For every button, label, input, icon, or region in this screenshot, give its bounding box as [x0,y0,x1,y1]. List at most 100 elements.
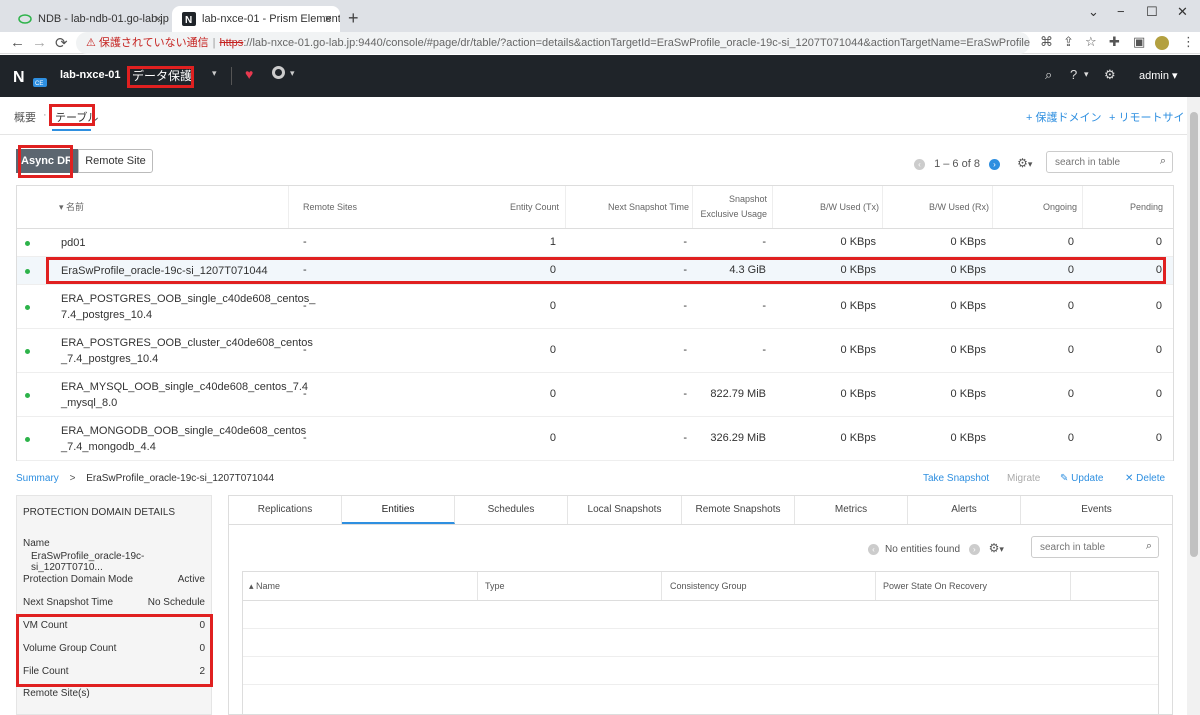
prev-page-icon[interactable]: ‹ [868,544,879,555]
new-tab-button[interactable]: + [348,8,359,29]
remote-site-button[interactable]: Remote Site [78,149,153,173]
search-icon[interactable]: ⌕ [1160,155,1166,168]
back-button[interactable]: ← [10,34,25,51]
tab-entities[interactable]: Entities [342,496,455,524]
tab-search-icon[interactable]: ⌄ [1088,4,1099,20]
tab-local-snapshots[interactable]: Local Snapshots [568,496,682,524]
column-header-snapshot-usage[interactable]: Snapshot Exclusive Usage [695,186,767,229]
table-row[interactable]: pd01 - 1 - - 0 KBps 0 KBps 0 0 [17,229,1173,257]
column-header-name[interactable]: ▾ 名前 [59,186,289,229]
breadcrumb-summary[interactable]: Summary [16,473,59,484]
cluster-name[interactable]: lab-nxce-01 [60,69,121,81]
column-header-entity-count[interactable]: Entity Count [467,186,559,229]
entities-search[interactable]: ⌕ [1031,536,1159,558]
table-search[interactable]: ⌕ [1046,151,1173,173]
tab-overview[interactable]: 概要 [14,109,36,125]
search-icon[interactable]: ⌕ [1045,67,1052,83]
browser-tab-prism[interactable]: N lab-nxce-01 - Prism Element × [172,6,340,32]
column-header-remote-sites[interactable]: Remote Sites [303,186,453,229]
table-row[interactable]: EraSwProfile_oracle-19c-si_1207T071044 - 0… [17,257,1173,285]
chevron-down-icon[interactable]: ▾ [1028,159,1033,169]
browser-menu-icon[interactable]: ⋮ [1182,34,1195,50]
profile-avatar[interactable] [1155,36,1169,50]
cell-tx: 0 KBps [840,432,876,444]
tab-schedules[interactable]: Schedules [455,496,568,524]
gear-icon[interactable]: ⚙ [1017,156,1028,170]
pd-name[interactable]: ERA_MYSQL_OOB_single_c40de608_centos_7.4… [61,379,308,411]
scrollbar-thumb[interactable] [1190,112,1198,557]
nutanix-logo-icon[interactable]: N CE [13,67,47,87]
migrate-button[interactable]: Migrate [1007,473,1040,484]
next-page-icon[interactable]: › [968,544,980,555]
chevron-down-icon[interactable]: ▾ [212,68,217,79]
take-snapshot-button[interactable]: Take Snapshot [923,473,989,484]
chevron-down-icon[interactable]: ▾ [290,68,295,79]
forward-button[interactable]: → [32,34,47,51]
reload-button[interactable]: ⟳ [55,34,68,52]
add-remote-site-link[interactable]: + リモートサイト [1109,109,1195,125]
column-header-next-snapshot[interactable]: Next Snapshot Time [567,186,689,229]
alerts-ring-icon[interactable] [272,66,285,79]
update-button[interactable]: ✎ Update [1060,473,1103,484]
prev-page-icon[interactable]: ‹ [914,158,925,170]
column-divider [882,186,883,229]
column-header-bw-tx[interactable]: B/W Used (Tx) [777,186,879,229]
gear-icon[interactable]: ⚙ [1104,67,1116,83]
user-menu[interactable]: admin ▾ [1139,69,1178,82]
table-row[interactable]: ERA_POSTGRES_OOB_cluster_c40de608_centos… [17,329,1173,373]
subnav-dot: · [43,109,47,121]
gear-icon[interactable]: ⚙ [989,541,1000,555]
health-heart-icon[interactable]: ♥ [245,66,253,82]
close-tab-icon[interactable]: × [324,6,332,32]
app-header: N CE lab-nxce-01 データ保護 ▾ ♥ ▾ ⌕ ? ▾ ⚙ adm… [0,55,1200,97]
translate-icon[interactable]: ⌘ [1040,34,1053,50]
share-icon[interactable]: ⇪ [1063,34,1074,50]
column-header-consistency-group[interactable]: Consistency Group [670,572,747,600]
tab-replications[interactable]: Replications [229,496,342,524]
column-divider [565,186,566,229]
async-dr-button[interactable]: Async DR [16,149,78,173]
extensions-icon[interactable]: ✚ [1109,34,1120,50]
help-icon[interactable]: ? [1070,67,1077,82]
section-menu[interactable]: データ保護 [132,67,192,84]
tab-table[interactable]: テーブル [55,109,98,125]
tab-alerts[interactable]: Alerts [908,496,1021,524]
tab-remote-snapshots[interactable]: Remote Snapshots [682,496,795,524]
table-row[interactable]: ERA_MONGODB_OOB_single_c40de608_centos _7… [17,417,1173,461]
search-input[interactable] [1032,537,1158,557]
tab-events[interactable]: Events [1021,496,1172,524]
pd-name[interactable]: EraSwProfile_oracle-19c-si_1207T071044 [61,263,296,279]
chevron-down-icon[interactable]: ▾ [999,544,1004,554]
column-divider [477,572,478,600]
chevron-down-icon[interactable]: ▾ [1084,69,1089,80]
search-input[interactable] [1047,152,1172,172]
pd-name-line: _7.4_mongodb_4.4 [61,441,156,453]
column-header-type[interactable]: Type [485,572,505,600]
column-header-name[interactable]: ▴ Name [249,572,280,600]
url-field[interactable]: ⚠ 保護されていない通信 | https://lab-nxce-01.go-lab.… [76,32,1030,54]
maximize-button[interactable]: ☐ [1146,4,1158,20]
column-header-power-state[interactable]: Power State On Recovery [883,572,987,600]
pd-name[interactable]: ERA_POSTGRES_OOB_single_c40de608_centos_… [61,291,315,323]
pd-name[interactable]: ERA_POSTGRES_OOB_cluster_c40de608_centos… [61,335,313,367]
bookmark-star-icon[interactable]: ☆ [1085,34,1097,50]
pd-name[interactable]: pd01 [61,235,296,251]
window-close-button[interactable]: ✕ [1177,4,1188,20]
minimize-button[interactable]: − [1117,4,1125,19]
add-protection-domain-link[interactable]: + 保護ドメイン [1026,109,1101,125]
close-tab-icon[interactable]: × [154,6,162,32]
pd-name[interactable]: ERA_MONGODB_OOB_single_c40de608_centos _7… [61,423,306,455]
table-row[interactable]: ERA_MYSQL_OOB_single_c40de608_centos_7.4… [17,373,1173,417]
search-icon[interactable]: ⌕ [1146,540,1152,553]
delete-button[interactable]: ✕ Delete [1125,473,1165,484]
column-header-pending[interactable]: Pending [1085,186,1163,229]
side-panel-icon[interactable]: ▣ [1133,34,1145,50]
column-header-ongoing[interactable]: Ongoing [997,186,1077,229]
status-dot-icon [25,349,30,354]
tab-metrics[interactable]: Metrics [795,496,908,524]
browser-tab-ndb[interactable]: NDB - lab-ndb-01.go-lab.jp - プロ × [8,6,170,32]
not-secure-warning[interactable]: ⚠ 保護されていない通信 [86,37,209,49]
column-header-bw-rx[interactable]: B/W Used (Rx) [887,186,989,229]
table-row[interactable]: ERA_POSTGRES_OOB_single_c40de608_centos_… [17,285,1173,329]
next-page-icon[interactable]: › [989,158,1000,170]
